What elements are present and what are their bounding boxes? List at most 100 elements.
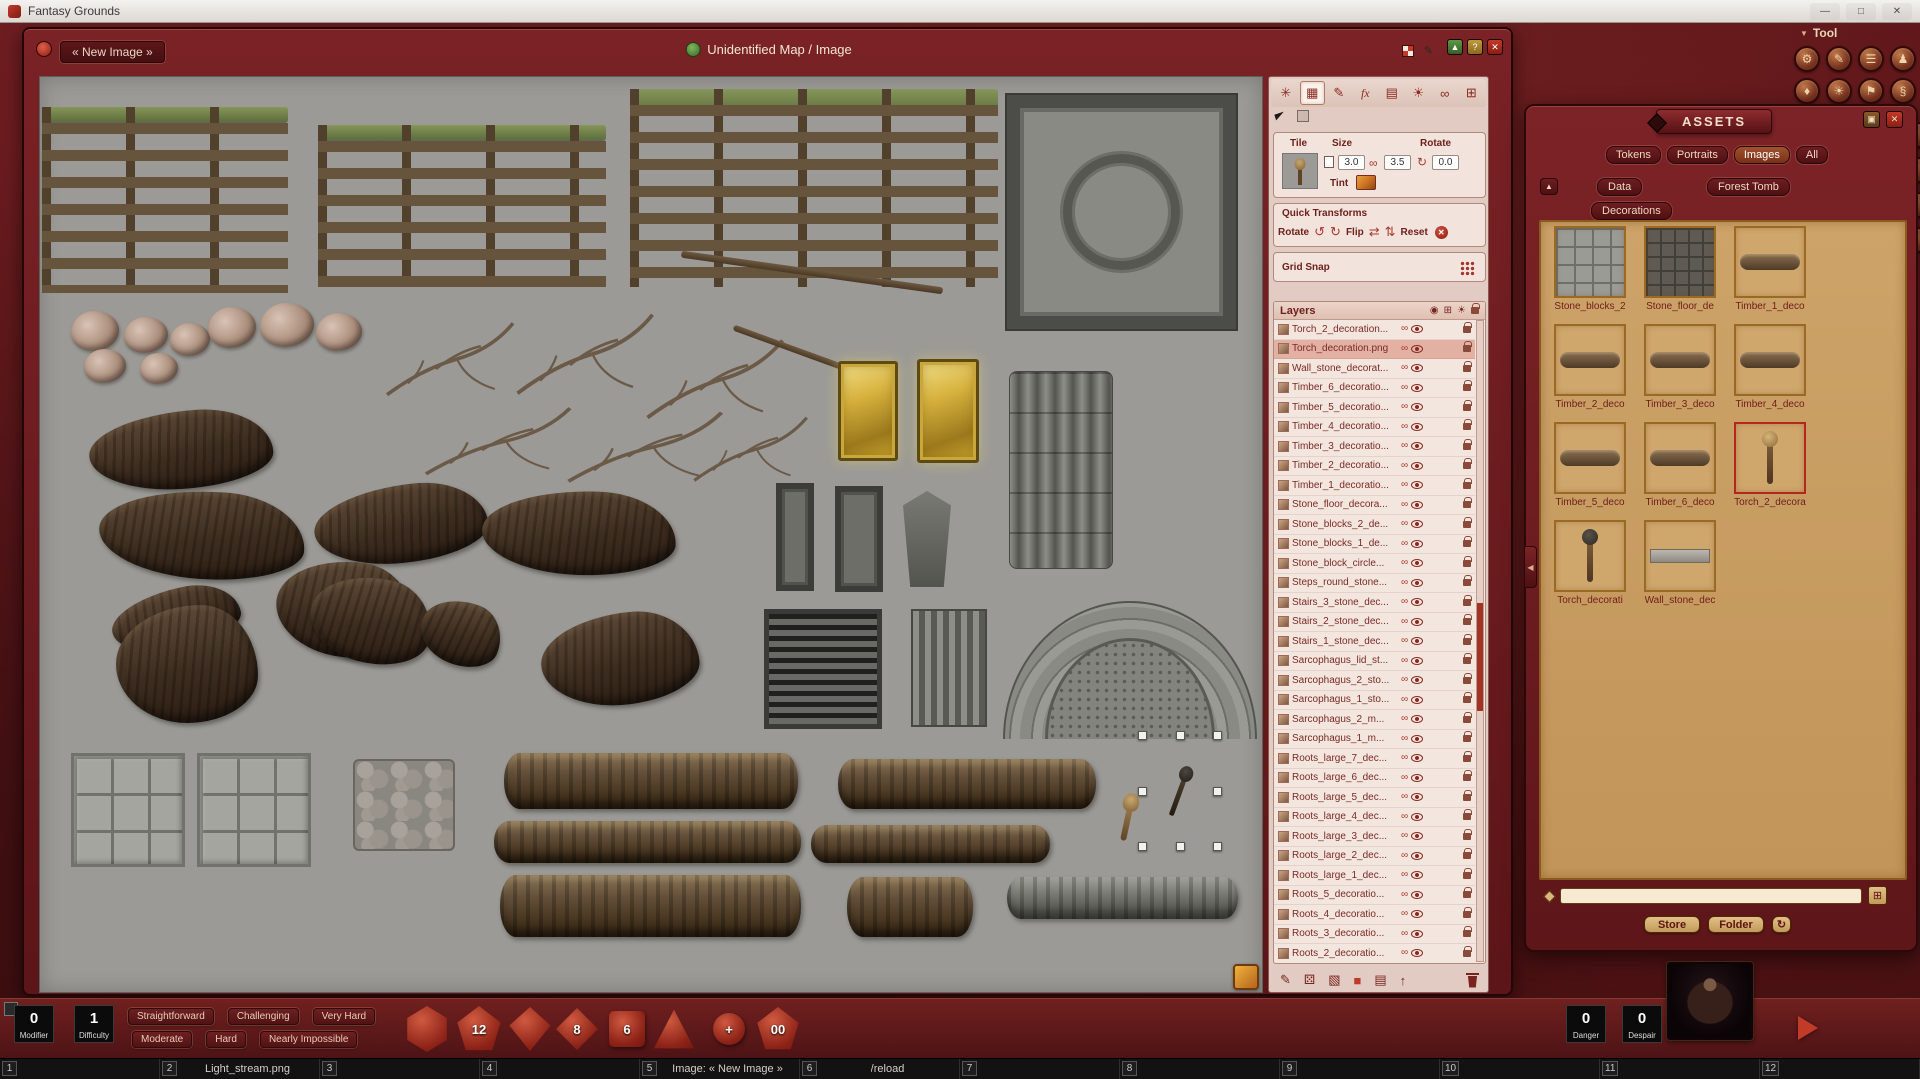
layer-visibility-icon[interactable] (1411, 793, 1423, 801)
canvas-asset-fence[interactable] (318, 125, 606, 287)
layer-row[interactable]: Timber_1_decoratio...∞ (1274, 476, 1475, 496)
refresh-icon[interactable]: ↻ (1772, 916, 1791, 933)
layer-row[interactable]: Sarcophagus_2_sto...∞ (1274, 671, 1475, 691)
store-button[interactable]: Store (1644, 916, 1700, 933)
layer-visibility-icon[interactable] (1411, 540, 1423, 548)
layer-lock-icon[interactable] (1463, 384, 1471, 391)
hotkey-slot-6[interactable]: 6/reload (800, 1059, 960, 1079)
layer-lock-icon[interactable] (1463, 443, 1471, 450)
canvas-asset-fence[interactable] (42, 107, 288, 293)
grid-tool-icon[interactable]: ⊞ (1459, 81, 1485, 105)
back-button[interactable]: « New Image » (60, 41, 165, 63)
layer-lock-icon[interactable] (1463, 755, 1471, 762)
canvas-asset-wood[interactable] (537, 606, 702, 711)
pointer-tool-icon[interactable]: ✳ (1273, 81, 1299, 105)
asset-item[interactable]: Timber_5_deco (1545, 422, 1635, 508)
canvas-asset-tiles[interactable] (71, 753, 185, 867)
layer-row[interactable]: Sarcophagus_1_sto...∞ (1274, 691, 1475, 711)
canvas-asset-ribbed[interactable] (911, 609, 987, 727)
module-up-icon[interactable]: ▲ (1540, 178, 1558, 195)
layer-lock-icon[interactable] (1463, 345, 1471, 352)
draw-tool-icon[interactable]: ✎ (1326, 81, 1352, 105)
d12-die-icon[interactable]: 12 (456, 1006, 502, 1052)
assets-title[interactable]: ASSETS (1656, 109, 1772, 134)
maximize-button[interactable]: □ (1846, 3, 1876, 20)
difficulty-button-moderate[interactable]: Moderate (132, 1031, 192, 1048)
asset-item[interactable]: Timber_1_deco (1725, 226, 1815, 312)
layer-visibility-icon[interactable] (1411, 910, 1423, 918)
layer-row[interactable]: Roots_large_7_dec...∞ (1274, 749, 1475, 769)
asset-item[interactable]: Torch_decorati (1545, 520, 1635, 606)
modifier-stack[interactable]: 0 Modifier (14, 1005, 54, 1043)
trash-icon[interactable] (1466, 973, 1479, 988)
layer-lock-icon[interactable] (1463, 872, 1471, 879)
layer-visibility-icon[interactable] (1411, 462, 1423, 470)
size-width-input[interactable]: 3.0 (1338, 155, 1365, 170)
collapse-handle-icon[interactable]: ◀ (1524, 546, 1537, 588)
layer-link-icon[interactable]: ∞ (1401, 753, 1408, 763)
rotate-ccw-icon[interactable]: ↺ (1314, 224, 1325, 240)
minimize-button[interactable]: — (1810, 3, 1840, 20)
snap-indicator-icon[interactable] (1233, 964, 1259, 990)
canvas-asset-fpanel[interactable] (835, 486, 883, 592)
canvas-asset-cobble[interactable] (353, 759, 455, 851)
layer-visibility-icon[interactable] (1411, 520, 1423, 528)
layer-link-icon[interactable]: ∞ (1401, 773, 1408, 783)
module-button-decorations[interactable]: Decorations (1591, 202, 1672, 220)
d6-die-icon[interactable]: 6 (609, 1011, 645, 1047)
folder-button[interactable]: Folder (1708, 916, 1764, 933)
canvas-asset-rock[interactable] (140, 353, 178, 384)
layer-visibility-icon[interactable] (1411, 501, 1423, 509)
layer-visibility-icon[interactable] (1411, 813, 1423, 821)
grid-snap-icon[interactable] (1460, 261, 1475, 276)
canvas-asset-ornament[interactable] (903, 491, 951, 587)
layer-lock-icon[interactable] (1463, 365, 1471, 372)
layer-link-icon[interactable]: ∞ (1401, 422, 1408, 432)
module-button-data[interactable]: Data (1597, 178, 1642, 196)
canvas-asset-branch[interactable] (380, 309, 520, 409)
d8-die-icon[interactable]: 8 (556, 1008, 598, 1050)
layer-row[interactable]: Torch_decoration.png∞ (1274, 340, 1475, 360)
layers-grid-icon[interactable]: ⊞ (1444, 305, 1452, 316)
layer-link-icon[interactable]: ∞ (1401, 831, 1408, 841)
layer-lock-icon[interactable] (1463, 657, 1471, 664)
layer-visibility-icon[interactable] (1411, 852, 1423, 860)
canvas-asset-rock[interactable] (260, 303, 314, 347)
layer-lock-icon[interactable] (1463, 638, 1471, 645)
mask-icon[interactable]: ▧ (1328, 972, 1340, 988)
canvas-asset-rock[interactable] (124, 317, 168, 353)
tab-images[interactable]: Images (1734, 146, 1790, 164)
layer-lock-icon[interactable] (1463, 326, 1471, 333)
brush-icon[interactable]: ✎ (1424, 44, 1433, 57)
stack-icon[interactable]: ▤ (1374, 972, 1386, 988)
lighting-tool-icon[interactable]: ☀ (1406, 81, 1432, 105)
sidebar-tool-7-icon[interactable]: ⚑ (1858, 78, 1884, 104)
hotkey-slot-3[interactable]: 3 (320, 1059, 480, 1079)
layer-visibility-icon[interactable] (1411, 949, 1423, 957)
canvas-asset-gold[interactable] (838, 361, 898, 461)
character-portrait[interactable] (1667, 962, 1753, 1040)
difficulty-button-nearly-impossible[interactable]: Nearly Impossible (260, 1031, 357, 1048)
layer-link-icon[interactable]: ∞ (1401, 461, 1408, 471)
canvas-asset-wood[interactable] (481, 488, 678, 579)
share-icon[interactable]: ↑ (1400, 973, 1407, 988)
sidebar-tool-3-icon[interactable]: ☰ (1858, 46, 1884, 72)
layer-row[interactable]: Roots_large_1_dec...∞ (1274, 866, 1475, 886)
layer-row[interactable]: Timber_2_decoratio...∞ (1274, 457, 1475, 477)
map-link-icon[interactable] (685, 42, 700, 57)
stamp-tool-icon[interactable]: ▤ (1379, 81, 1405, 105)
hotkey-slot-4[interactable]: 4 (480, 1059, 640, 1079)
canvas-asset-log[interactable] (838, 759, 1096, 809)
layer-row[interactable]: Roots_large_3_dec...∞ (1274, 827, 1475, 847)
layer-visibility-icon[interactable] (1411, 930, 1423, 938)
layer-lock-icon[interactable] (1463, 794, 1471, 801)
difficulty-stack[interactable]: 1 Difficulty (74, 1005, 114, 1043)
asset-item[interactable]: Stone_floor_de (1635, 226, 1725, 312)
layer-visibility-icon[interactable] (1411, 364, 1423, 372)
layer-link-icon[interactable]: ∞ (1401, 324, 1408, 334)
layer-row[interactable]: Timber_4_decoratio...∞ (1274, 418, 1475, 438)
layer-row[interactable]: Roots_2_decoratio...∞ (1274, 944, 1475, 963)
layer-link-icon[interactable]: ∞ (1401, 870, 1408, 880)
layer-row[interactable]: Timber_5_decoratio...∞ (1274, 398, 1475, 418)
d10-die-icon[interactable] (508, 1007, 552, 1051)
